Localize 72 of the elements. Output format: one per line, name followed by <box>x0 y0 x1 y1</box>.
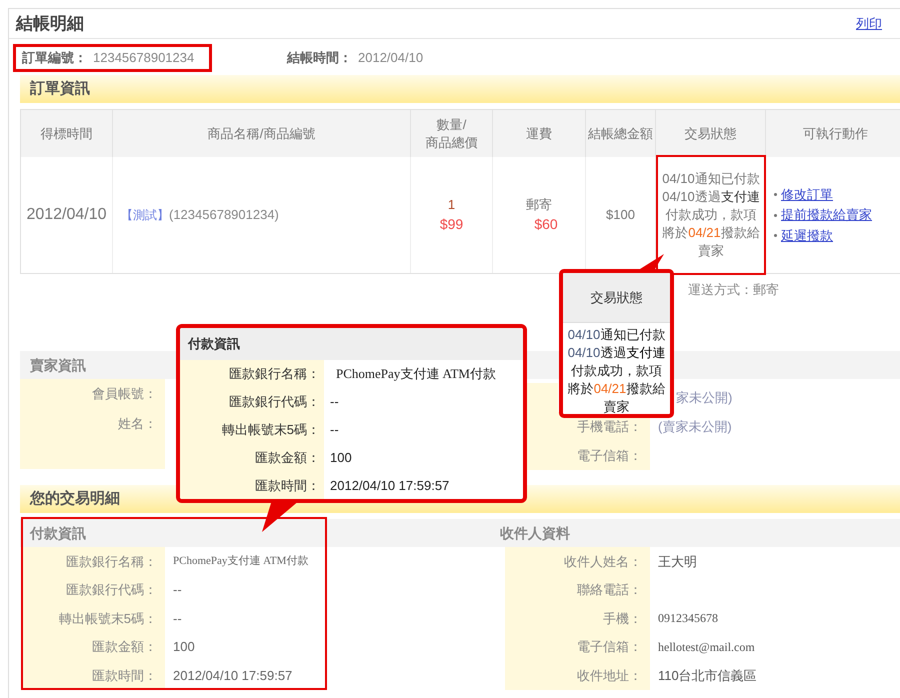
shipping-note: 運送方式：郵寄 <box>688 282 779 297</box>
field-label: 姓名： <box>118 415 157 434</box>
column-header: 結帳總金額 <box>588 124 653 142</box>
field-label: 匯款銀行名稱： <box>66 552 157 570</box>
shipping-method: 郵寄 <box>526 196 552 214</box>
status-text: 04/10通知已付款 04/10透過支付連 付款成功，款項 將於04/21撥款給 賣家 <box>662 170 760 260</box>
subsection-title: 收件人資料 <box>500 524 570 543</box>
field-label: 匯款時間： <box>92 666 157 684</box>
field-value: 0912345678 <box>658 610 718 628</box>
callout-title: 交易狀態 <box>590 288 642 307</box>
action-link[interactable]: 修改訂單 <box>781 184 833 204</box>
page-title: 結帳明細 <box>16 12 84 35</box>
field-label: 匯款金額： <box>92 638 157 656</box>
column-header: 可執行動作 <box>803 124 868 142</box>
subsection-title: 賣家資訊 <box>30 356 86 375</box>
field-label: 收件人姓名： <box>564 552 642 570</box>
field-value: PChomePay支付連 ATM付款 <box>173 554 308 569</box>
field-value: 王大明 <box>658 552 697 570</box>
field-value: (賣家未公開) <box>658 418 732 436</box>
field-label: 手機： <box>603 610 642 628</box>
field-value: hellotest@mail.com <box>658 638 755 656</box>
field-label: 匯款銀行代碼： <box>66 581 157 599</box>
subsection-title: 付款資訊 <box>30 524 86 543</box>
field-value: -- <box>330 421 339 440</box>
product-tag-link[interactable]: 【測試】 <box>121 206 169 224</box>
field-label: 收件地址： <box>577 666 642 684</box>
field-label: 匯款銀行名稱： <box>229 365 320 384</box>
bullet-icon <box>774 193 777 196</box>
section-title: 訂單資訊 <box>30 78 90 99</box>
meta-value: 2012/04/10 <box>358 49 424 68</box>
bullet-icon <box>774 234 777 237</box>
action-link[interactable]: 延遲撥款 <box>781 226 833 246</box>
column-header: 運費 <box>526 124 552 142</box>
shipping-fee: $60 <box>533 215 558 234</box>
column-header: 得標時間 <box>40 124 92 142</box>
field-value: 2012/04/10 17:59:57 <box>330 477 450 496</box>
action-link[interactable]: 提前撥款給賣家 <box>781 205 872 225</box>
field-label: 電子信箱： <box>577 446 642 465</box>
column-header: 商品名稱/商品編號 <box>208 124 316 142</box>
column-header: 交易狀態 <box>684 124 736 142</box>
product-code: (12345678901234) <box>169 206 279 224</box>
meta-label: 訂單編號： <box>22 49 87 68</box>
field-value: 100 <box>330 449 352 468</box>
field-label: 匯款銀行代碼： <box>229 393 320 412</box>
field-label: 匯款時間： <box>255 477 320 496</box>
field-label: 聯絡電話： <box>577 581 642 599</box>
field-label: 轉出帳號末5碼： <box>58 610 157 628</box>
bullet-icon <box>774 214 777 216</box>
field-value: -- <box>330 393 339 412</box>
field-value: -- <box>173 581 182 599</box>
column-header: 數量/ 商品總價 <box>426 116 478 152</box>
field-value: 2012/04/10 17:59:57 <box>173 666 292 684</box>
field-label: 匯款金額： <box>255 449 320 468</box>
meta-label: 結帳時間： <box>287 49 352 68</box>
print-link[interactable]: 列印 <box>856 14 882 34</box>
field-value: -- <box>173 610 182 628</box>
field-value: PChomePay支付連 ATM付款 <box>335 365 496 384</box>
section-title: 您的交易明細 <box>30 488 120 509</box>
callout-title: 付款資訊 <box>188 335 240 354</box>
field-label: 手機電話： <box>577 418 642 436</box>
field-value: 110台北市信義區 <box>658 666 757 684</box>
field-value: 100 <box>173 638 195 656</box>
field-label: 電子信箱： <box>577 638 642 656</box>
item-total: $99 <box>440 215 464 234</box>
field-label: 會員帳號： <box>92 385 157 404</box>
meta-value: 12345678901234 <box>93 49 194 68</box>
field-value: 家未公開) <box>675 388 732 407</box>
table-cell-text: 2012/04/10 <box>26 205 107 225</box>
field-label: 轉出帳號末5碼： <box>222 421 320 440</box>
callout-status-text: 04/10通知已付款 04/10透過支付連 付款成功，款項 將於04/21撥款給 賣家 <box>568 326 666 414</box>
quantity: 1 <box>448 196 456 214</box>
table-cell-text: $100 <box>606 206 635 224</box>
